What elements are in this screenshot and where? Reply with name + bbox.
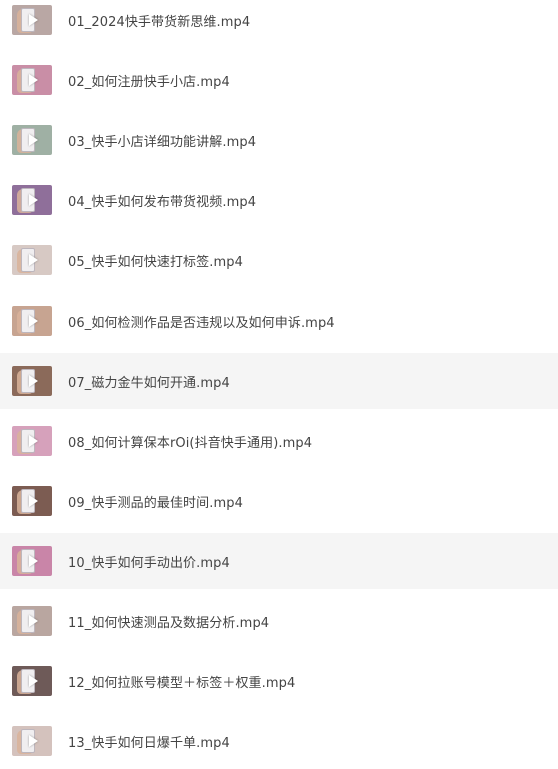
video-file-name[interactable]: 05_快手如何快速打标签.mp4 [68,251,243,270]
video-thumbnail-icon[interactable] [12,245,52,275]
video-thumbnail-icon[interactable] [12,185,52,215]
video-file-row[interactable]: 04_快手如何发布带货视频.mp4 [0,172,558,228]
video-file-name[interactable]: 03_快手小店详细功能讲解.mp4 [68,131,256,150]
video-thumbnail-icon[interactable] [12,606,52,636]
video-file-name[interactable]: 10_快手如何手动出价.mp4 [68,552,230,571]
video-file-row[interactable]: 05_快手如何快速打标签.mp4 [0,232,558,288]
play-icon [29,435,38,447]
video-file-row[interactable]: 10_快手如何手动出价.mp4 [0,533,558,589]
play-icon [29,675,38,687]
video-file-name[interactable]: 01_2024快手带货新思维.mp4 [68,11,250,30]
video-file-name[interactable]: 06_如何检测作品是否违规以及如何申诉.mp4 [68,312,335,331]
video-file-row[interactable]: 01_2024快手带货新思维.mp4 [0,0,558,48]
video-thumbnail-icon[interactable] [12,125,52,155]
video-file-row[interactable]: 13_快手如何日爆千单.mp4 [0,713,558,769]
play-icon [29,555,38,567]
play-icon [29,14,38,26]
video-file-name[interactable]: 08_如何计算保本rOi(抖音快手通用).mp4 [68,432,312,451]
video-file-name[interactable]: 13_快手如何日爆千单.mp4 [68,732,230,751]
video-file-name[interactable]: 07_磁力金牛如何开通.mp4 [68,372,230,391]
video-file-row[interactable]: 03_快手小店详细功能讲解.mp4 [0,112,558,168]
video-file-row[interactable]: 08_如何计算保本rOi(抖音快手通用).mp4 [0,413,558,469]
play-icon [29,375,38,387]
play-icon [29,615,38,627]
play-icon [29,134,38,146]
video-thumbnail-icon[interactable] [12,666,52,696]
video-file-row[interactable]: 06_如何检测作品是否违规以及如何申诉.mp4 [0,293,558,349]
video-file-name[interactable]: 12_如何拉账号模型＋标签＋权重.mp4 [68,672,295,691]
video-file-row[interactable]: 09_快手测品的最佳时间.mp4 [0,473,558,529]
video-thumbnail-icon[interactable] [12,306,52,336]
play-icon [29,315,38,327]
video-file-row[interactable]: 02_如何注册快手小店.mp4 [0,52,558,108]
video-thumbnail-icon[interactable] [12,726,52,756]
video-thumbnail-icon[interactable] [12,546,52,576]
play-icon [29,74,38,86]
video-file-row[interactable]: 11_如何快速测品及数据分析.mp4 [0,593,558,649]
video-thumbnail-icon[interactable] [12,366,52,396]
play-icon [29,254,38,266]
video-file-name[interactable]: 02_如何注册快手小店.mp4 [68,71,230,90]
play-icon [29,495,38,507]
play-icon [29,194,38,206]
video-thumbnail-icon[interactable] [12,486,52,516]
video-file-name[interactable]: 09_快手测品的最佳时间.mp4 [68,492,243,511]
video-thumbnail-icon[interactable] [12,426,52,456]
video-thumbnail-icon[interactable] [12,65,52,95]
video-file-name[interactable]: 11_如何快速测品及数据分析.mp4 [68,612,269,631]
play-icon [29,735,38,747]
video-file-row[interactable]: 12_如何拉账号模型＋标签＋权重.mp4 [0,653,558,709]
video-file-name[interactable]: 04_快手如何发布带货视频.mp4 [68,191,256,210]
video-thumbnail-icon[interactable] [12,5,52,35]
video-file-list: 01_2024快手带货新思维.mp4 02_如何注册快手小店.mp4 03_快手小店… [0,0,558,769]
video-file-row[interactable]: 07_磁力金牛如何开通.mp4 [0,353,558,409]
